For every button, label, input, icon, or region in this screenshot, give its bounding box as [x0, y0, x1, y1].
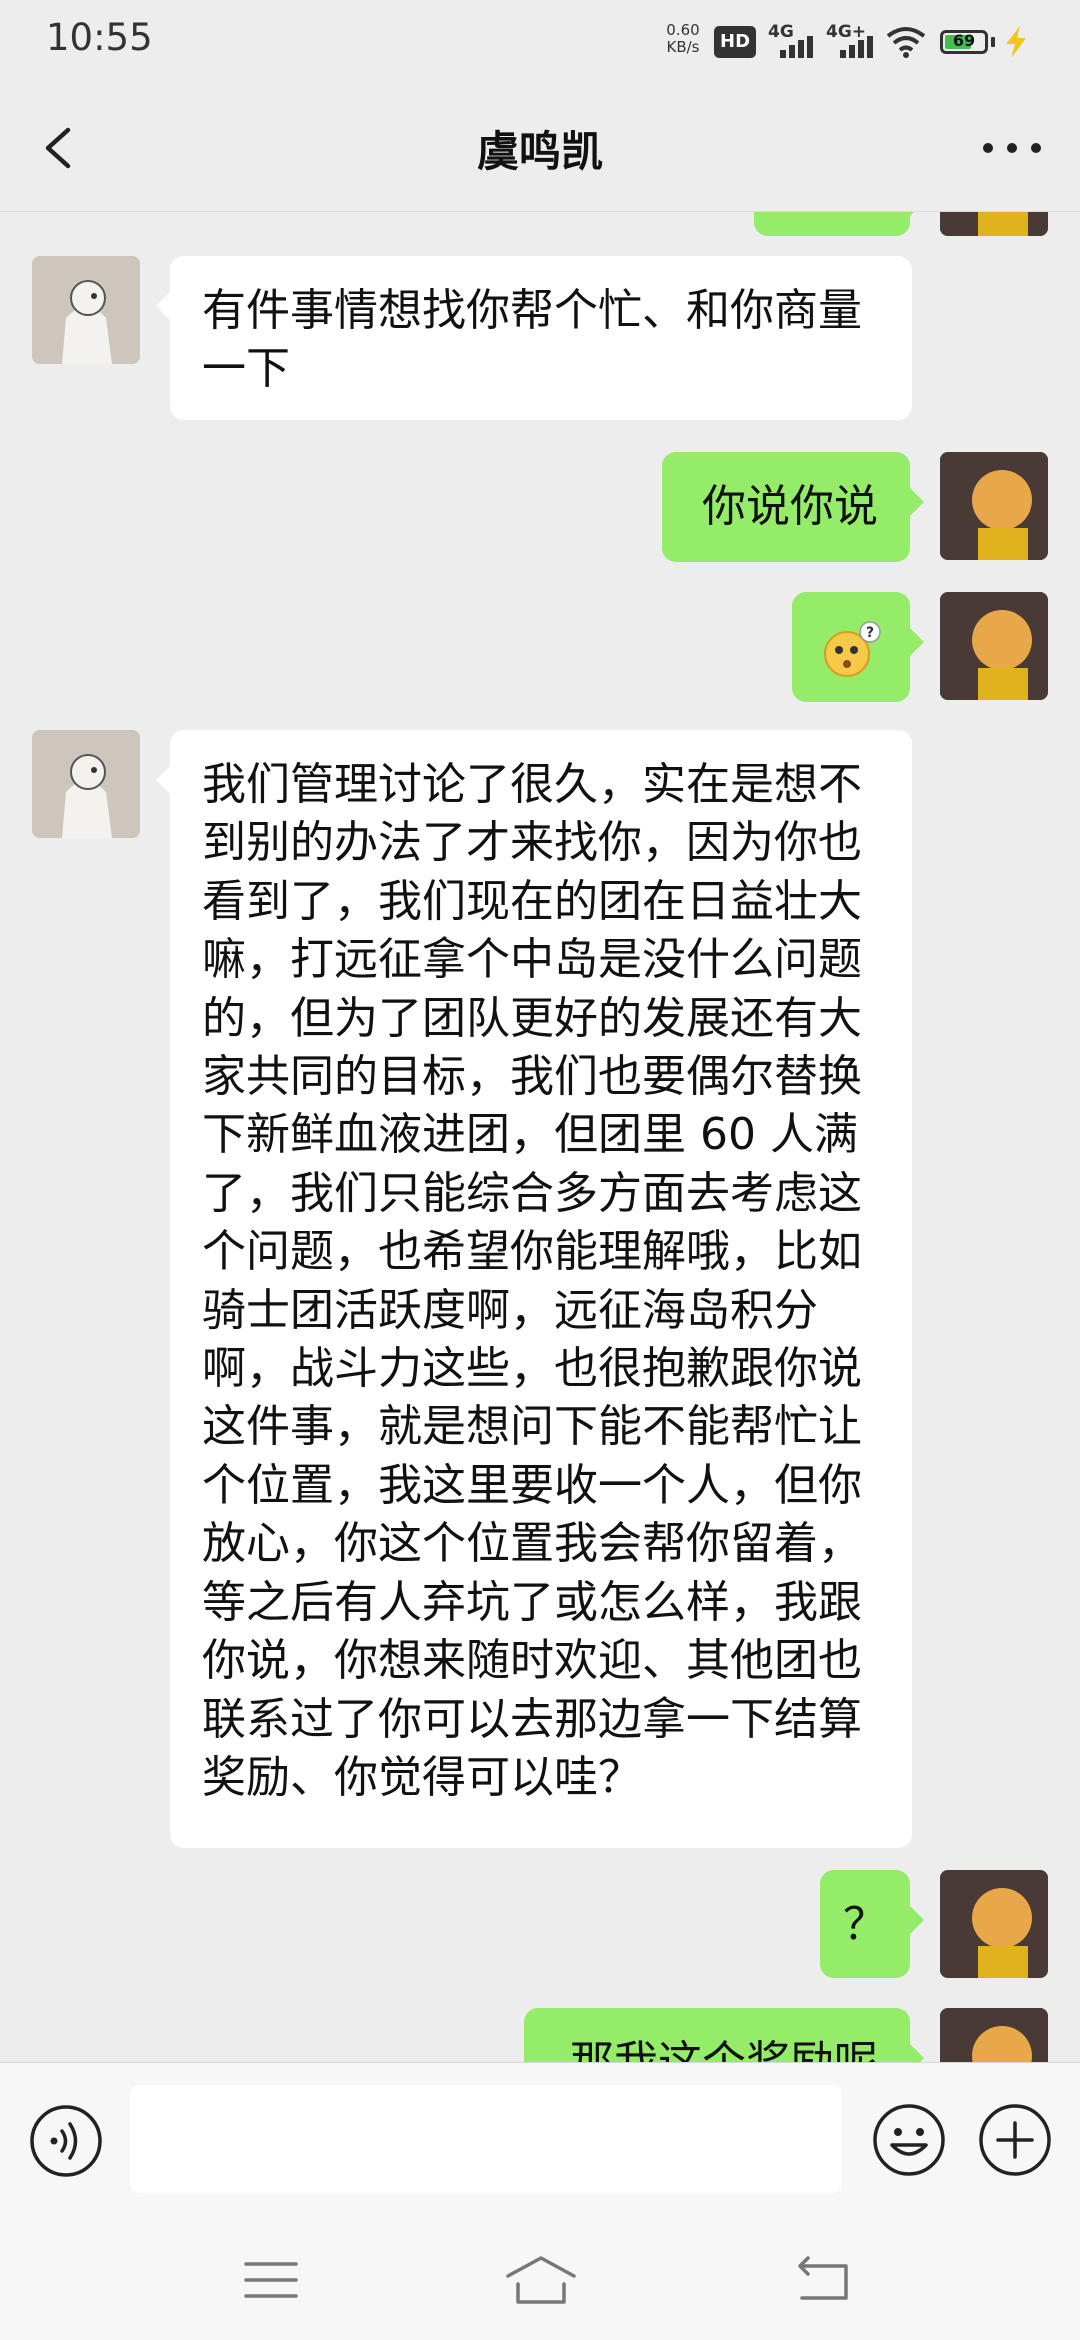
- message-text: 有件事情想找你帮个忙、和你商量一下: [202, 285, 862, 395]
- message-text: ？: [843, 1899, 887, 1950]
- charging-bolt-icon: [1006, 26, 1026, 58]
- message-bubble-incoming[interactable]: 有件事情想找你帮个忙、和你商量一下: [156, 256, 912, 420]
- message-list[interactable]: 有件事情想找你帮个忙、和你商量一下 你说你说 ? 我们管理讨论了很久，实在是想不…: [0, 212, 1080, 2062]
- chat-input-bar: [0, 2062, 1080, 2220]
- my-avatar-image: [940, 592, 1048, 700]
- more-options-button[interactable]: [972, 118, 1052, 178]
- message-bubble-partial[interactable]: [754, 212, 924, 236]
- hd-badge-label: HD: [720, 31, 751, 52]
- menu-icon[interactable]: [226, 2250, 316, 2310]
- friend-avatar-image: [32, 256, 140, 364]
- confused-face-emoji-icon: ?: [824, 621, 881, 677]
- system-navigation-bar: [0, 2220, 1080, 2340]
- home-icon[interactable]: [496, 2250, 586, 2310]
- message-text: 我们管理讨论了很久，实在是想不到别的办法了才来找你，因为你也看到了，我们现在的团…: [202, 759, 862, 1803]
- wifi-icon: [886, 27, 926, 58]
- sim2-signal-icon: [840, 36, 876, 58]
- my-avatar-image: [940, 1870, 1048, 1978]
- sim1-signal-icon: [780, 36, 816, 58]
- status-bar: 10:55 0.60 KB/s HD 4G 4G+ 69: [0, 0, 1080, 84]
- status-time: 10:55: [46, 16, 153, 59]
- message-bubble-outgoing[interactable]: ？: [820, 1870, 924, 1978]
- message-text: 那我这个奖励呢: [570, 2037, 878, 2062]
- battery-level: 69: [952, 31, 976, 50]
- battery-icon: 69: [940, 30, 988, 54]
- message-text: 你说你说: [702, 481, 878, 532]
- network-speed-unit: KB/s: [666, 38, 700, 56]
- message-bubble-incoming[interactable]: 我们管理讨论了很久，实在是想不到别的办法了才来找你，因为你也看到了，我们现在的团…: [156, 730, 912, 1848]
- my-avatar-image: [940, 212, 1048, 236]
- friend-avatar[interactable]: [32, 730, 140, 838]
- my-avatar[interactable]: [940, 212, 1048, 236]
- my-avatar-image: [940, 452, 1048, 560]
- my-avatar-image: [940, 2008, 1048, 2062]
- message-input[interactable]: [130, 2085, 842, 2193]
- chat-header: 虞鸣凯: [0, 84, 1080, 212]
- chat-title: 虞鸣凯: [476, 127, 603, 176]
- back-icon[interactable]: [778, 2250, 868, 2310]
- my-avatar[interactable]: [940, 452, 1048, 560]
- battery-cap: [991, 37, 995, 47]
- message-bubble-outgoing[interactable]: ?: [792, 592, 924, 702]
- hd-voice-badge: HD: [714, 26, 757, 58]
- my-avatar[interactable]: [940, 2008, 1048, 2062]
- message-bubble-outgoing[interactable]: 你说你说: [662, 452, 924, 562]
- voice-input-button[interactable]: [28, 2103, 104, 2179]
- network-speed-value: 0.60: [666, 21, 700, 39]
- svg-text:?: ?: [866, 625, 874, 641]
- friend-avatar-image: [32, 730, 140, 838]
- my-avatar[interactable]: [940, 592, 1048, 700]
- more-functions-button[interactable]: [976, 2101, 1054, 2179]
- my-avatar[interactable]: [940, 1870, 1048, 1978]
- network-speed: 0.60 KB/s: [660, 22, 706, 56]
- emoji-button[interactable]: [870, 2101, 948, 2179]
- friend-avatar[interactable]: [32, 256, 140, 364]
- message-bubble-outgoing[interactable]: 那我这个奖励呢: [524, 2008, 924, 2062]
